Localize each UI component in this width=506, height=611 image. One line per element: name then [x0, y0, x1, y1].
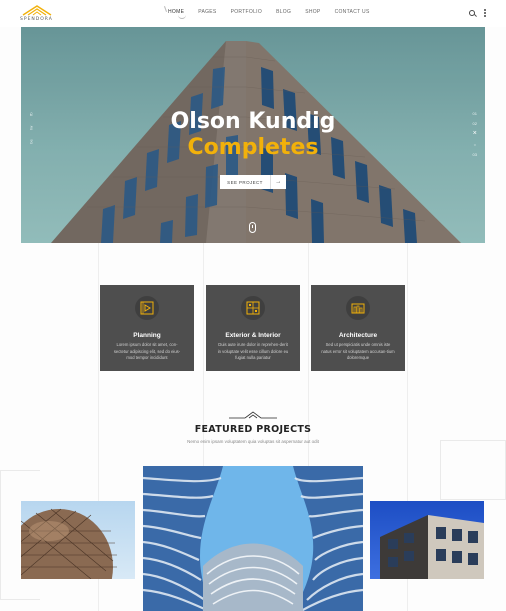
close-icon[interactable]: × [473, 130, 477, 137]
project-card-modern-building[interactable] [370, 501, 484, 579]
blueprint-play-icon [135, 296, 159, 320]
service-title: Architecture [338, 332, 378, 339]
nav-item-pages[interactable]: PAGES [198, 9, 216, 15]
see-project-button[interactable]: SEE PROJECT → [220, 175, 286, 189]
scroll-down-icon[interactable] [249, 222, 256, 233]
background-sketch [440, 440, 506, 500]
main-nav: HOME PAGES PORTFOLIO BLOG SHOP CONTACT U… [164, 6, 384, 19]
slide-indicator-icon[interactable]: ○ [474, 142, 476, 147]
service-description: Sed ut perspiciatis unde omnis iste natu… [321, 342, 395, 360]
site-header: SPENDORA HOME PAGES PORTFOLIO BLOG SHOP … [0, 0, 506, 27]
arrow-right-icon: → [270, 175, 286, 189]
see-project-label: SEE PROJECT [227, 179, 263, 185]
hero-title-line1: Olson Kundig [170, 109, 336, 134]
logo-text: SPENDORA [20, 17, 53, 22]
interior-plan-icon [241, 296, 265, 320]
logo-roof-icon [22, 5, 52, 16]
nav-item-blog[interactable]: BLOG [276, 9, 291, 15]
search-icon[interactable] [469, 10, 475, 16]
service-description: Lorem ipsum dolor sit amet, con-sectetur… [113, 342, 181, 360]
nav-item-contact-us[interactable]: CONTACT US [335, 9, 370, 15]
architecture-icon [346, 296, 370, 320]
project-card-curved-towers[interactable] [143, 466, 363, 611]
nav-item-home[interactable]: HOME [164, 6, 186, 19]
project-image-dome [21, 508, 117, 579]
slide-02[interactable]: 02 [473, 121, 477, 126]
service-description: Duis aute irure dolor in reprehen-derit … [217, 342, 289, 360]
service-card-architecture[interactable]: Architecture Sed ut perspiciatis unde om… [311, 285, 405, 371]
hero-slider: fb tw be Olson Kundig Completes SEE PROJ… [21, 27, 485, 243]
hero-title-line2: Completes [187, 135, 319, 160]
header-icons [469, 9, 486, 17]
service-title: Planning [133, 332, 161, 339]
service-card-planning[interactable]: Planning Lorem ipsum dolor sit amet, con… [100, 285, 194, 371]
roof-ornament-icon [229, 411, 277, 419]
project-image-curved-towers [143, 466, 363, 611]
slider-navigation: 01 02 × ○ 03 [473, 111, 477, 157]
project-image-modern-building [380, 515, 484, 579]
more-vertical-icon[interactable] [484, 9, 486, 17]
service-title: Exterior & Interior [225, 332, 281, 339]
nav-item-shop[interactable]: SHOP [305, 9, 320, 15]
featured-projects-subtitle: Nemo enim ipsam voluptatem quia voluptas… [187, 439, 319, 444]
slide-03[interactable]: 03 [473, 152, 477, 157]
nav-item-portfolio[interactable]: PORTFOLIO [231, 9, 263, 15]
slide-01[interactable]: 01 [473, 111, 477, 116]
logo[interactable]: SPENDORA [20, 4, 60, 24]
project-card-dome[interactable] [21, 501, 135, 579]
service-card-exterior-interior[interactable]: Exterior & Interior Duis aute irure dolo… [206, 285, 300, 371]
featured-projects-title: FEATURED PROJECTS [194, 424, 312, 435]
